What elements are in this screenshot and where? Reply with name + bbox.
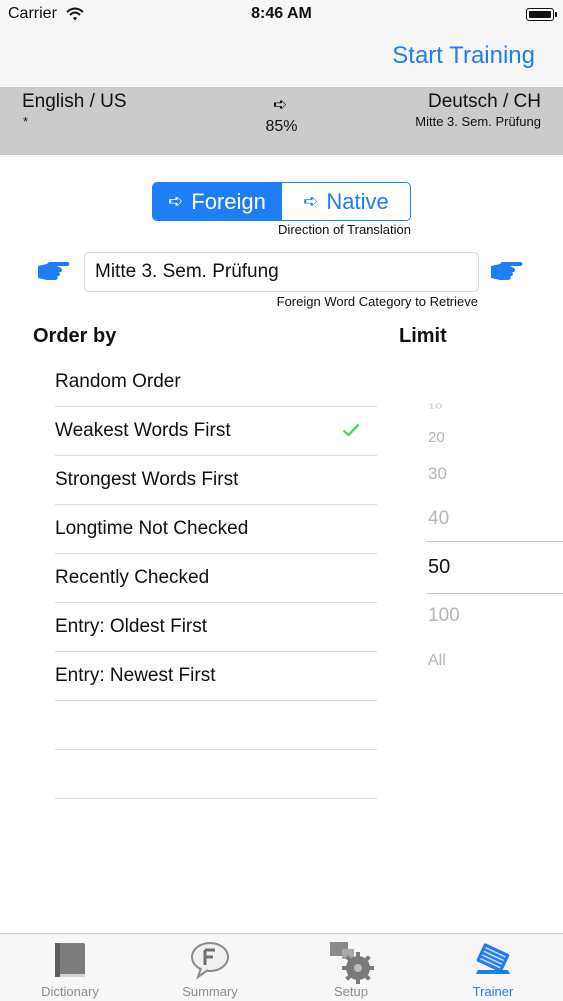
segment-foreign[interactable]: ➪ Foreign bbox=[153, 183, 281, 220]
picker-option[interactable]: 40 bbox=[428, 508, 449, 530]
arrow-right-icon: ➪ bbox=[168, 191, 184, 211]
arrow-right-icon: ➪ bbox=[303, 191, 319, 211]
pointing-hand-right-icon[interactable] bbox=[37, 260, 71, 284]
target-category: Mitte 3. Sem. Prüfung bbox=[415, 114, 541, 129]
tab-trainer[interactable]: Trainer bbox=[423, 934, 563, 1001]
picker-option[interactable]: All bbox=[428, 652, 446, 670]
order-option[interactable]: Longtime Not Checked bbox=[55, 505, 377, 554]
tab-dictionary[interactable]: Dictionary bbox=[0, 934, 140, 1001]
tab-setup[interactable]: Setup bbox=[281, 934, 421, 1001]
tab-setup-label: Setup bbox=[334, 984, 368, 999]
tab-trainer-label: Trainer bbox=[472, 984, 514, 999]
order-by-list: Random Order Weakest Words First Stronge… bbox=[55, 358, 377, 799]
order-option[interactable]: Weakest Words First bbox=[55, 407, 377, 456]
navigation-bar: Start Training bbox=[0, 30, 563, 88]
language-bar: English / US * ➪ 85% Deutsch / CH Mitte … bbox=[0, 88, 563, 155]
order-option[interactable]: Random Order bbox=[55, 358, 377, 407]
category-field[interactable]: Mitte 3. Sem. Prüfung bbox=[84, 252, 479, 292]
order-option[interactable]: Entry: Oldest First bbox=[55, 603, 377, 652]
direction-arrow-icon: ➪ bbox=[273, 95, 288, 114]
dictionary-book-icon bbox=[55, 943, 85, 977]
order-option[interactable]: Recently Checked bbox=[55, 554, 377, 603]
tab-dictionary-label: Dictionary bbox=[41, 984, 99, 999]
target-language: Deutsch / CH bbox=[428, 91, 541, 112]
tab-summary[interactable]: Summary bbox=[140, 934, 280, 1001]
pointing-hand-right-icon[interactable] bbox=[490, 260, 524, 284]
direction-caption: Direction of Translation bbox=[278, 222, 411, 237]
direction-segmented-control: ➪ Foreign ➪ Native bbox=[152, 182, 411, 221]
category-caption: Foreign Word Category to Retrieve bbox=[276, 294, 478, 309]
setup-gear-icon bbox=[330, 942, 374, 984]
checkmark-icon bbox=[342, 423, 360, 437]
segment-native[interactable]: ➪ Native bbox=[281, 183, 410, 220]
limit-picker[interactable]: 10 20 30 40 50 100 All bbox=[426, 390, 563, 690]
order-option-label: Weakest Words First bbox=[55, 420, 231, 441]
status-bar: Carrier 8:46 AM bbox=[0, 0, 563, 30]
order-option[interactable]: Entry: Newest First bbox=[55, 652, 377, 701]
picker-selected-option[interactable]: 50 bbox=[428, 556, 450, 579]
segment-native-label: Native bbox=[326, 188, 389, 214]
battery-icon bbox=[526, 8, 557, 21]
start-training-button[interactable]: Start Training bbox=[392, 42, 535, 70]
picker-option[interactable]: 100 bbox=[428, 605, 460, 627]
order-option-empty[interactable] bbox=[55, 701, 377, 750]
segment-foreign-label: Foreign bbox=[191, 188, 266, 214]
tab-bar: Dictionary Summary Setup Trainer bbox=[0, 933, 563, 1001]
trainer-cards-icon bbox=[476, 943, 510, 974]
picker-option[interactable]: 10 bbox=[428, 402, 442, 410]
summary-speech-bubble-icon bbox=[191, 942, 229, 980]
order-by-header: Order by bbox=[33, 325, 117, 347]
picker-option[interactable]: 20 bbox=[428, 429, 445, 446]
picker-option[interactable]: 30 bbox=[428, 464, 447, 484]
status-time: 8:46 AM bbox=[251, 5, 312, 22]
picker-selection-line bbox=[426, 541, 563, 542]
limit-header: Limit bbox=[399, 325, 447, 347]
order-option-empty[interactable] bbox=[55, 750, 377, 799]
picker-selection-line bbox=[426, 593, 563, 594]
source-language: English / US bbox=[22, 91, 127, 112]
tab-summary-label: Summary bbox=[182, 984, 238, 999]
order-option[interactable]: Strongest Words First bbox=[55, 456, 377, 505]
